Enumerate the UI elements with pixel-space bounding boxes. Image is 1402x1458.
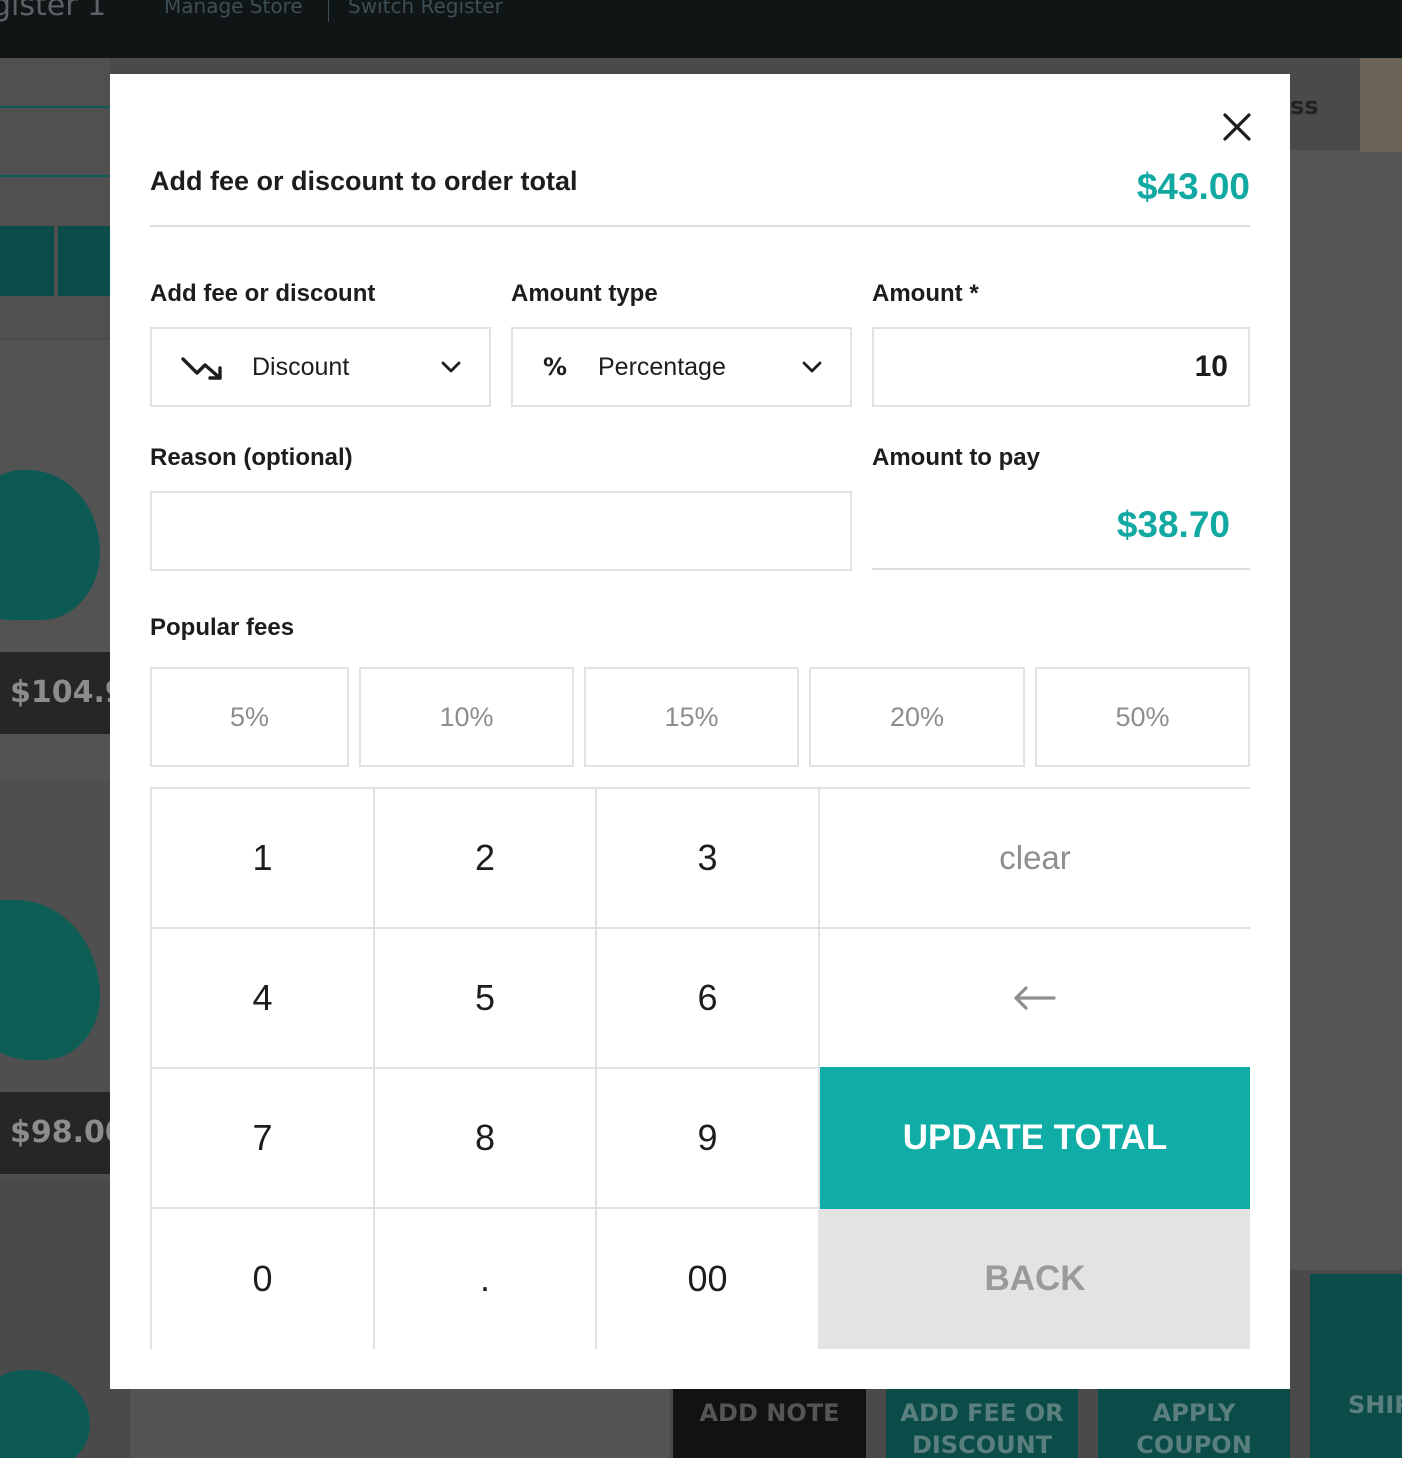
amount-type-value: Percentage [598, 352, 726, 381]
register-label: gister 1 [0, 0, 107, 23]
backspace-arrow-icon [1014, 986, 1056, 1010]
key-9[interactable]: 9 [597, 1069, 820, 1209]
amount-type-label: Amount type [511, 280, 658, 307]
product-price: $104.99 [0, 652, 110, 734]
search-area [0, 58, 110, 338]
key-2[interactable]: 2 [375, 789, 597, 929]
amount-to-pay-value: $38.70 [1116, 504, 1230, 545]
manage-store-link[interactable]: Manage Store [164, 0, 303, 18]
key-4[interactable]: 4 [152, 929, 375, 1069]
product-price: $98.00 [0, 1092, 110, 1174]
amount-label: Amount * [872, 280, 979, 307]
clear-key[interactable]: clear [820, 789, 1250, 929]
header-divider [150, 225, 1250, 227]
reason-label: Reason (optional) [150, 444, 353, 471]
switch-register-link[interactable]: Switch Register [348, 0, 503, 18]
amount-to-pay-underline [872, 568, 1250, 570]
back-button[interactable]: BACK [820, 1209, 1250, 1349]
chevron-down-icon [441, 361, 461, 373]
cart-panel [1290, 150, 1402, 1270]
key-1[interactable]: 1 [152, 789, 375, 929]
add-fee-discount-button[interactable]: ADD FEE OR DISCOUNT [886, 1389, 1078, 1458]
key-8[interactable]: 8 [375, 1069, 597, 1209]
key-6[interactable]: 6 [597, 929, 820, 1069]
top-bar: gister 1 Manage Store Switch Register [0, 0, 1402, 58]
side-text: ss [1290, 92, 1319, 120]
preset-fee-15[interactable]: 15% [584, 667, 799, 767]
add-note-button[interactable]: ADD NOTE [673, 1389, 866, 1458]
preset-fee-20[interactable]: 20% [809, 667, 1025, 767]
modal-title: Add fee or discount to order total [150, 166, 578, 196]
popular-fees-label: Popular fees [150, 614, 295, 641]
filter-underline [0, 175, 110, 177]
close-icon [1223, 113, 1251, 141]
key-5[interactable]: 5 [375, 929, 597, 1069]
key-0[interactable]: 0 [152, 1209, 375, 1349]
percent-icon: % [543, 353, 568, 381]
fee-or-discount-value: Discount [252, 352, 350, 381]
reason-input[interactable] [150, 491, 852, 571]
trending-down-icon [180, 329, 224, 405]
scan-button[interactable] [0, 226, 54, 296]
cart-button[interactable] [1360, 58, 1402, 152]
ship-button[interactable]: SHIP [1310, 1274, 1402, 1458]
update-total-button[interactable]: UPDATE TOTAL [820, 1067, 1250, 1209]
search-underline [0, 106, 110, 108]
amount-to-pay-label: Amount to pay [872, 444, 1040, 471]
order-total: $43.00 [1136, 166, 1250, 207]
fee-or-discount-label: Add fee or discount [150, 280, 376, 307]
fee-or-discount-select[interactable]: Discount [150, 327, 491, 407]
key-decimal[interactable]: . [375, 1209, 597, 1349]
nav-divider [328, 0, 329, 22]
apply-coupon-button[interactable]: APPLY COUPON [1098, 1389, 1290, 1458]
amount-input[interactable] [872, 327, 1250, 407]
backspace-key[interactable] [820, 929, 1250, 1069]
preset-fee-50[interactable]: 50% [1035, 667, 1250, 767]
close-button[interactable] [1220, 110, 1254, 144]
barcode-button[interactable] [58, 226, 110, 296]
amount-type-select[interactable]: % Percentage [511, 327, 852, 407]
key-3[interactable]: 3 [597, 789, 820, 929]
key-7[interactable]: 7 [152, 1069, 375, 1209]
preset-fee-10[interactable]: 10% [359, 667, 574, 767]
preset-fee-5[interactable]: 5% [150, 667, 349, 767]
numeric-keypad: 1 2 3 clear 4 5 6 7 8 9 UPDATE TOTAL 0 .… [150, 787, 1250, 1349]
fee-discount-modal: Add fee or discount to order total $43.0… [110, 74, 1290, 1389]
chevron-down-icon [802, 361, 822, 373]
key-double-zero[interactable]: 00 [597, 1209, 820, 1349]
